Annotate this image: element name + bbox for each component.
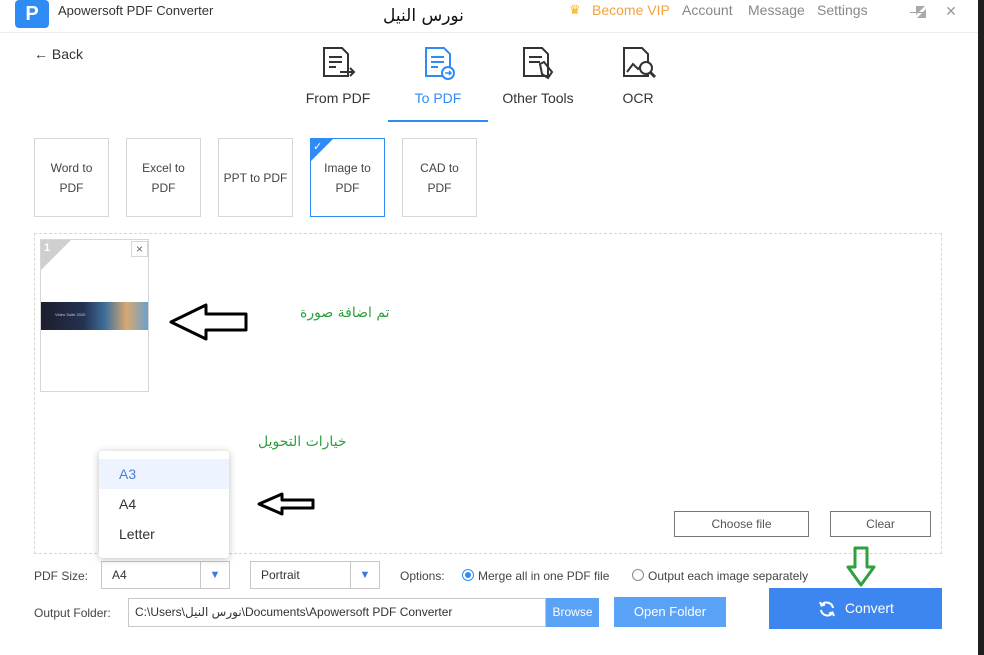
output-folder-label: Output Folder: <box>34 606 111 620</box>
restore-icon[interactable] <box>910 1 932 23</box>
annotation-arrow-icon <box>169 303 248 341</box>
pdf-size-value: A4 <box>112 568 127 582</box>
merge-radio[interactable] <box>462 569 474 581</box>
separate-radio[interactable] <box>632 569 644 581</box>
thumbnail-image-caption: Video Suite 2020 <box>55 312 86 317</box>
back-button[interactable]: ← Back <box>34 46 83 62</box>
crown-icon: ♛ <box>569 2 581 17</box>
remove-thumbnail-button[interactable]: × <box>131 241 148 257</box>
annotation-conversion-options: خيارات التحويل <box>258 434 347 450</box>
chevron-down-icon: ▼ <box>350 562 379 588</box>
app-logo-icon: P <box>15 0 49 28</box>
size-option-a4[interactable]: A4 <box>99 489 229 519</box>
option-label: CAD to PDF <box>420 160 459 195</box>
size-option-letter[interactable]: Letter <box>99 519 229 549</box>
chevron-down-icon: ▼ <box>200 562 229 588</box>
tab-other-tools-label: Other Tools <box>502 90 574 106</box>
open-folder-button[interactable]: Open Folder <box>614 597 726 627</box>
active-tab-underline <box>388 120 488 122</box>
image-thumbnail[interactable]: 1 × Video Suite 2020 <box>40 239 149 392</box>
checkmark-icon: ✓ <box>313 141 323 153</box>
size-option-a3[interactable]: A3 <box>99 459 229 489</box>
output-folder-path[interactable]: C:\Users\نورس النيل\Documents\Apowersoft… <box>128 598 546 627</box>
option-ppt-to-pdf[interactable]: PPT to PDF <box>218 138 293 217</box>
convert-button[interactable]: Convert <box>769 588 942 629</box>
option-word-to-pdf[interactable]: Word to PDF <box>34 138 109 217</box>
tab-to-pdf[interactable]: To PDF <box>388 46 488 122</box>
title-bar: P Apowersoft PDF Converter نورس النيل ♛ … <box>0 0 978 30</box>
to-pdf-icon <box>425 47 455 80</box>
separate-label[interactable]: Output each image separately <box>648 569 808 583</box>
option-label: PPT to PDF <box>223 170 288 185</box>
tab-other-tools[interactable]: Other Tools <box>488 46 588 122</box>
option-label: Word to PDF <box>50 160 93 195</box>
settings-link[interactable]: Settings <box>817 2 868 18</box>
tab-from-pdf[interactable]: From PDF <box>288 46 388 122</box>
close-icon[interactable]: ✕ <box>940 0 962 22</box>
refresh-icon <box>819 601 835 617</box>
tab-ocr-label: OCR <box>622 90 654 106</box>
back-arrow-icon: ← <box>34 46 48 62</box>
pdf-size-label: PDF Size: <box>34 569 89 583</box>
become-vip-link[interactable]: Become VIP <box>592 2 670 18</box>
merge-label[interactable]: Merge all in one PDF file <box>478 569 609 583</box>
tab-ocr[interactable]: OCR <box>588 46 688 122</box>
ocr-icon <box>623 47 657 79</box>
orientation-select[interactable]: Portrait ▼ <box>250 561 380 589</box>
message-link[interactable]: Message <box>748 2 805 18</box>
other-tools-icon <box>523 47 554 80</box>
option-label: Image to PDF <box>324 160 371 195</box>
annotation-image-added: تم اضافة صورة <box>300 305 390 321</box>
option-excel-to-pdf[interactable]: Excel to PDF <box>126 138 201 217</box>
annotation-arrow-icon <box>257 492 315 516</box>
clear-button[interactable]: Clear <box>830 511 931 537</box>
pdf-size-dropdown: A3 A4 Letter <box>99 451 229 558</box>
tab-to-pdf-label: To PDF <box>414 90 462 106</box>
option-image-to-pdf[interactable]: ✓ Image to PDF <box>310 138 385 217</box>
choose-file-button[interactable]: Choose file <box>674 511 809 537</box>
divider <box>0 32 978 33</box>
tab-from-pdf-label: From PDF <box>305 90 371 106</box>
window-edge <box>978 0 984 655</box>
annotation-down-arrow-icon <box>846 546 876 587</box>
option-label: Excel to PDF <box>142 160 185 195</box>
account-link[interactable]: Account <box>682 2 733 18</box>
thumbnail-number: 1 <box>44 242 51 254</box>
app-title: Apowersoft PDF Converter <box>58 3 214 18</box>
browse-button[interactable]: Browse <box>546 598 599 627</box>
convert-label: Convert <box>844 600 894 616</box>
orientation-value: Portrait <box>261 568 300 582</box>
options-label: Options: <box>400 569 445 583</box>
from-pdf-icon <box>323 47 356 77</box>
pdf-size-select[interactable]: A4 ▼ <box>101 561 230 589</box>
back-label: Back <box>51 46 84 62</box>
option-cad-to-pdf[interactable]: CAD to PDF <box>402 138 477 217</box>
thumbnail-image: Video Suite 2020 <box>41 302 148 330</box>
user-name: نورس النيل <box>383 6 464 26</box>
